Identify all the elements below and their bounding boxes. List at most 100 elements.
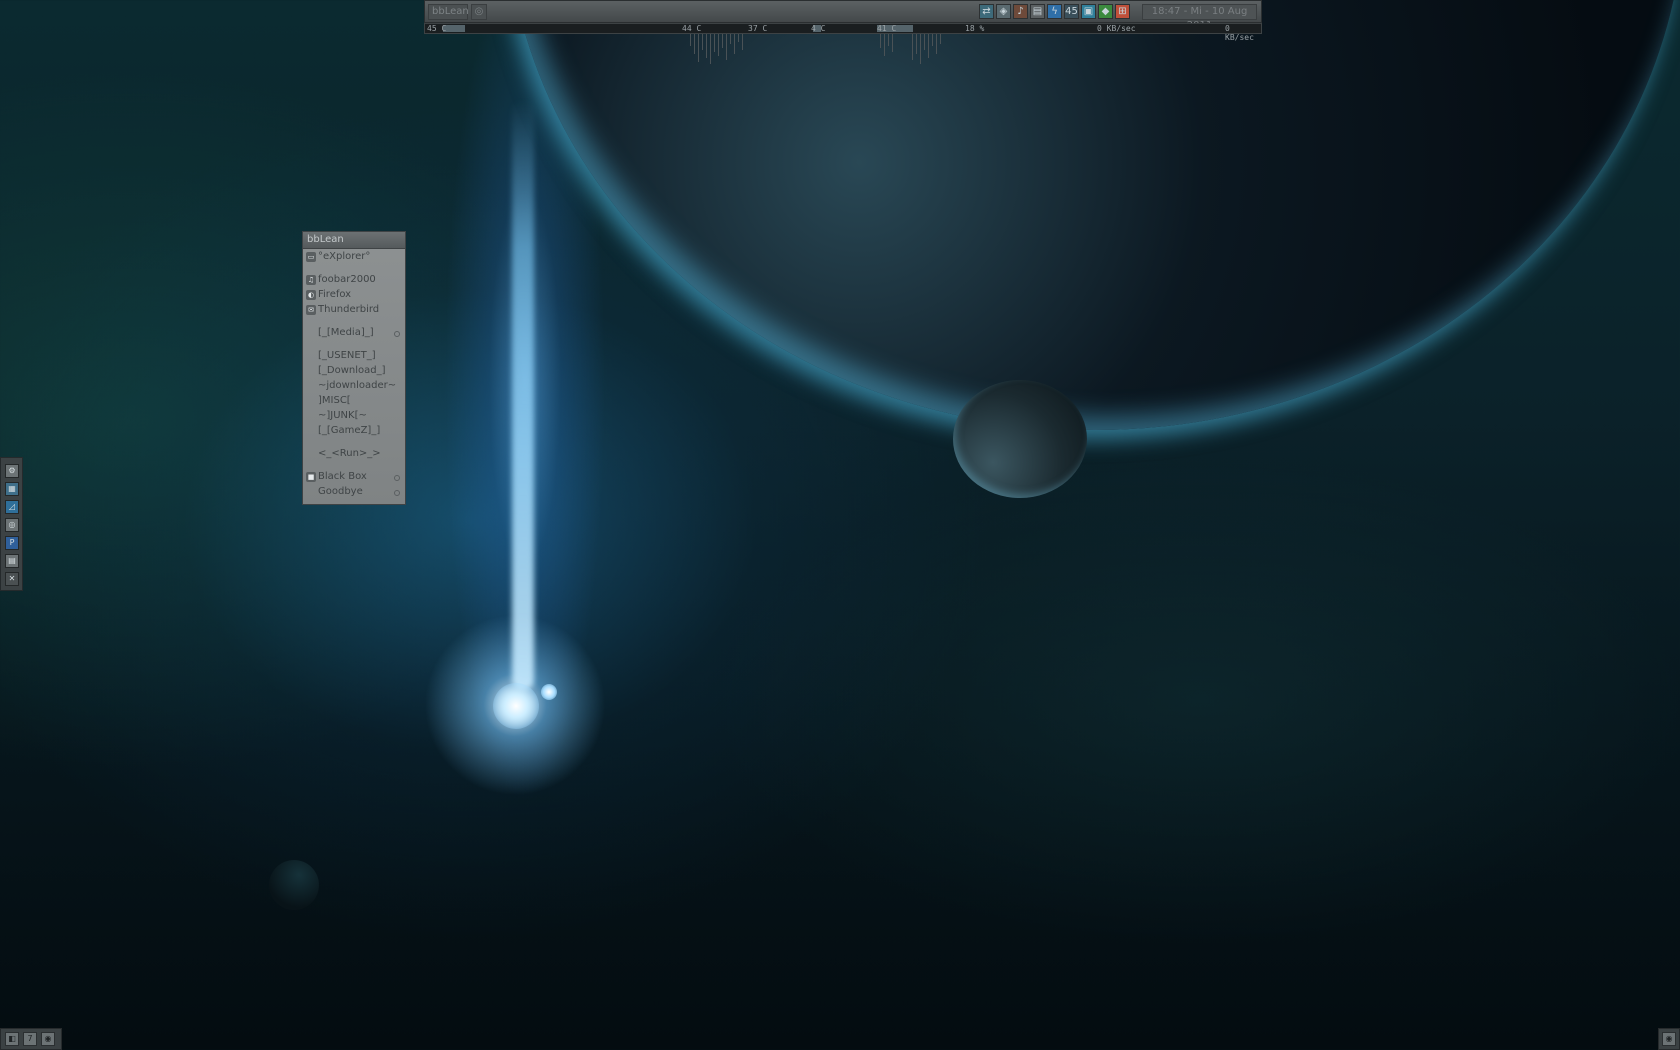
menu-item-label: ~jdownloader~ [318, 380, 397, 391]
menu-item-label: [_USENET_] [318, 350, 376, 361]
wallpaper-light-stream [512, 100, 534, 690]
menu-item[interactable]: <_<Run>_> [303, 447, 405, 461]
graph-bar [714, 34, 715, 52]
wallpaper-glow [493, 683, 539, 729]
graph-bar [702, 34, 703, 50]
printer-icon[interactable]: ▤ [1030, 4, 1045, 19]
graph-bar [690, 34, 691, 46]
graph-bar [936, 34, 937, 54]
menu-item[interactable]: [_[Media]_] [303, 326, 405, 340]
menu-item[interactable]: [_USENET_] [303, 349, 405, 363]
menu-item-label: ~]JUNK[~ [318, 410, 367, 421]
wallpaper-small-planet [269, 860, 319, 910]
desktop-icon[interactable]: ▦ [5, 482, 19, 496]
explorer-icon: ▭ [306, 252, 316, 262]
temperature-indicator[interactable]: 45 [1064, 4, 1079, 19]
menu-item-label: <_<Run>_> [318, 448, 381, 459]
folder-icon[interactable]: ▤ [5, 554, 19, 568]
menu-item[interactable]: ■ Black Box [303, 470, 405, 484]
menu-item-label: ]MISC[ [318, 395, 351, 406]
menu-item[interactable]: ◐ Firefox [303, 288, 405, 302]
graph-bar [880, 34, 881, 48]
graph-bar [694, 34, 695, 54]
wallpaper-moon [953, 380, 1087, 498]
windows-flag-icon[interactable]: ⊞ [1115, 4, 1130, 19]
upload-rate-label: 0 KB/sec [1225, 24, 1254, 42]
mb-temp-1-label: 4 C [811, 24, 826, 33]
graph-bar [718, 34, 719, 56]
menu-item[interactable]: Goodbye [303, 485, 405, 499]
menu-item[interactable]: [_Download_] [303, 364, 405, 378]
submenu-indicator-icon [394, 331, 400, 337]
app-icon[interactable]: ◆ [1098, 4, 1113, 19]
app-icon: ◎ [474, 6, 484, 17]
graph-bar [730, 34, 731, 44]
left-dock: ⚙ ▦ ◿ ◎ P ▤ ✕ [0, 457, 23, 591]
task-button[interactable]: ◎ [471, 4, 487, 20]
bottom-right-tray: ◉ [1658, 1028, 1680, 1050]
blackbox-icon: ■ [306, 472, 316, 482]
bottom-left-tray: ◧ 7 ◉ [0, 1028, 62, 1050]
graph-bar [734, 34, 735, 54]
graph-bar [932, 34, 933, 46]
menu-item[interactable]: ~]JUNK[~ [303, 409, 405, 423]
menu-item-label: [_[GameZ]_] [318, 425, 381, 436]
menu-item[interactable]: ]MISC[ [303, 394, 405, 408]
foobar-icon: ♫ [306, 275, 316, 285]
shield-icon[interactable]: ◈ [996, 4, 1011, 19]
menu-item-label: °eXplorer° [318, 251, 371, 262]
graph-bar [924, 34, 925, 50]
graph-bar [940, 34, 941, 44]
tools-icon[interactable]: ✕ [5, 572, 19, 586]
menu-item-label: Goodbye [318, 486, 363, 497]
firefox-icon: ◐ [306, 290, 316, 300]
graph-bar [706, 34, 707, 58]
cpu-usage-label: 18 % [965, 24, 985, 33]
download-rate-label: 0 KB/sec [1097, 24, 1136, 33]
menu-item[interactable]: ~jdownloader~ [303, 379, 405, 393]
wallpaper-planet [505, 0, 1680, 430]
graph-bar [928, 34, 929, 58]
menu-item[interactable]: ▭ °eXplorer° [303, 250, 405, 264]
menu-item-label: Firefox [318, 289, 352, 300]
menu-item-label: [_[Media]_] [318, 327, 374, 338]
lightning-icon[interactable]: ϟ [1047, 4, 1062, 19]
speaker-icon[interactable]: ♪ [1013, 4, 1028, 19]
cpu-temp-meter [443, 25, 465, 32]
menu-item-label: Black Box [318, 471, 367, 482]
steam-icon[interactable]: ◉ [41, 1032, 55, 1046]
ps-icon[interactable]: P [5, 536, 19, 550]
bblean-menu: bbLean ▭ °eXplorer° ♫ foobar2000 ◐ Firefox ✉ Th… [302, 231, 406, 505]
graph-bar [710, 34, 711, 64]
bblean-button[interactable]: bbLean [428, 4, 469, 20]
menu-item[interactable]: ♫ foobar2000 [303, 273, 405, 287]
hdd-temp-label: 37 C [748, 24, 768, 33]
network-icon[interactable]: ⇄ [979, 4, 994, 19]
window-icon[interactable]: ◧ [5, 1032, 19, 1046]
network-icon[interactable]: ⚙ [5, 464, 19, 478]
menu-item[interactable]: [_[GameZ]_] [303, 424, 405, 438]
menu-item[interactable]: ✉ Thunderbird [303, 303, 405, 317]
cpu-temp-label: 45 C [427, 24, 447, 33]
graph-bar [884, 34, 885, 56]
graph-bar [738, 34, 739, 42]
seven-icon[interactable]: 7 [23, 1032, 37, 1046]
graph-bar [888, 34, 889, 46]
graph-bar [698, 34, 699, 62]
mouse-icon[interactable]: ◎ [5, 518, 19, 532]
chart-icon[interactable]: ◿ [5, 500, 19, 514]
steam-icon[interactable]: ◉ [1662, 1032, 1676, 1046]
top-toolbar: bbLean ◎ ⇄ ◈ ♪ ▤ ϟ 45 ▣ ◆ ⊞ 18:47 - Mi - 10 Aug … [424, 0, 1262, 31]
clock[interactable]: 18:47 - Mi - 10 Aug 2011 [1142, 4, 1257, 31]
submenu-indicator-icon [394, 490, 400, 496]
submenu-indicator-icon [394, 475, 400, 481]
graph-bar [892, 34, 893, 52]
graph-bar [920, 34, 921, 64]
monitor-icon[interactable]: ▣ [1081, 4, 1096, 19]
graph-bar [742, 34, 743, 50]
system-monitor-bar: 45 C 44 C 37 C 4 C 41 C 18 % 0 KB/sec 0 … [424, 23, 1262, 42]
mb-temp-2-label: 41 C [877, 24, 897, 33]
menu-item-label: [_Download_] [318, 365, 386, 376]
graph-bar [726, 34, 727, 60]
wallpaper-glow-small [541, 684, 557, 700]
